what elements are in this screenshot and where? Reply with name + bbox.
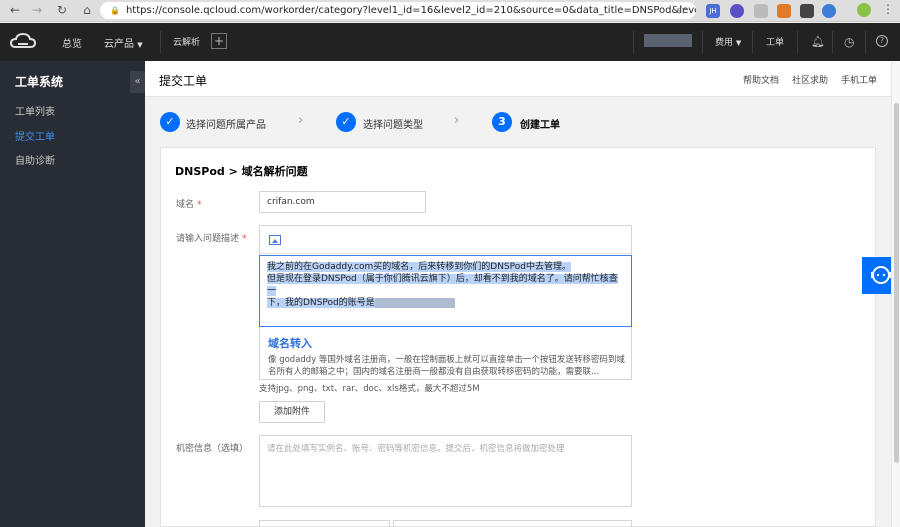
scrollbar-thumb[interactable]	[894, 103, 899, 463]
user-account-masked[interactable]	[644, 34, 692, 47]
domain-input[interactable]: crifan.com	[259, 191, 426, 213]
nav-products-label: 云产品	[104, 39, 134, 50]
nav-products[interactable]: 云产品 ▼	[104, 35, 143, 50]
chevron-down-icon: ▼	[735, 39, 742, 47]
insert-image-icon[interactable]	[269, 235, 281, 245]
lock-icon: 🔒	[110, 6, 120, 15]
required-mark: *	[242, 234, 247, 244]
sidebar-title: 工单系统	[15, 75, 64, 89]
secret-info-textarea[interactable]: 请在此处填写实例名、账号、密码等机密信息。提交后，机密信息将做加密处理	[259, 435, 632, 507]
divider	[797, 31, 798, 53]
divider	[702, 31, 703, 53]
step-indicator: ✓ 选择问题所属产品 › ✓ 选择问题类型 › 3 创建工单	[145, 97, 890, 147]
back-icon[interactable]: ←	[6, 3, 24, 17]
nav-dns[interactable]: 云解析	[173, 35, 200, 48]
divider	[160, 31, 161, 53]
url-text: https://console.qcloud.com/workorder/cat…	[125, 5, 696, 16]
divider	[752, 31, 753, 53]
description-textarea[interactable]: 我之前的在Godaddy.com买的域名，后来转移到你们的DNSPod中去管理。…	[259, 255, 632, 327]
reload-icon[interactable]: ↻	[53, 3, 71, 17]
divider	[832, 31, 833, 53]
nav-billing-label: 费用	[715, 38, 734, 48]
divider	[865, 31, 866, 53]
help-icon[interactable]: ?	[876, 35, 888, 47]
profile-avatar-icon[interactable]	[857, 3, 871, 17]
bottom-field[interactable]	[393, 520, 632, 527]
kb-article-title[interactable]: 域名转入	[268, 335, 312, 351]
page-title: 提交工单	[159, 74, 208, 88]
link-mobile-workorder[interactable]: 手机工单	[841, 73, 877, 86]
browser-toolbar: ← → ↻ ⌂ 🔒 https://console.qcloud.com/wor…	[0, 0, 900, 22]
cloud-logo-icon[interactable]	[10, 32, 36, 52]
extension-6-icon[interactable]	[822, 4, 836, 18]
upload-hint: 支持jpg、png、txt、rar、doc、xls格式，最大不超过5M	[259, 384, 480, 394]
secret-info-label: 机密信息（选填）	[176, 444, 249, 454]
step-2-check-icon: ✓	[336, 112, 356, 132]
page-scrollbar[interactable]	[891, 61, 900, 527]
domain-label-text: 域名	[176, 200, 195, 210]
bell-icon[interactable]: 🔔︎	[811, 35, 825, 48]
extension-jh-icon[interactable]: JH	[706, 4, 720, 18]
bookmark-star-icon[interactable]: ☆	[676, 3, 687, 17]
extension-4-icon[interactable]	[777, 4, 791, 18]
description-line: 下，我的DNSPod的账号是	[267, 298, 375, 308]
sidebar-item-self-diagnosis[interactable]: 自助诊断	[15, 152, 55, 167]
step-2-label: 选择问题类型	[363, 120, 423, 131]
step-3-label: 创建工单	[520, 120, 560, 131]
step-1-check-icon: ✓	[160, 112, 180, 132]
form-title: DNSPod > 域名解析问题	[175, 165, 308, 178]
description-line: 我之前的在Godaddy.com买的域名，后来转移到你们的DNSPod中去管理。	[267, 262, 571, 272]
home-icon[interactable]: ⌂	[78, 3, 96, 17]
link-community[interactable]: 社区求助	[792, 73, 828, 86]
browser-menu-icon[interactable]: ⋮	[882, 2, 894, 16]
workorder-form: DNSPod > 域名解析问题 域名 * crifan.com 请输入问题描述 * …	[160, 147, 876, 527]
add-shortcut-icon[interactable]: +	[211, 33, 227, 49]
bottom-field[interactable]	[259, 520, 390, 527]
extension-3-icon[interactable]	[754, 4, 768, 18]
required-mark: *	[197, 200, 202, 210]
description-label: 请输入问题描述 *	[176, 231, 247, 244]
sidebar-item-workorder-list[interactable]: 工单列表	[15, 103, 55, 118]
chevron-right-icon: ›	[454, 113, 460, 128]
chevron-down-icon: ▼	[137, 41, 143, 49]
console-topbar: 总览 云产品 ▼ 云解析 + 费用 ▼ 工单 🔔︎ ◷ ?	[0, 23, 900, 61]
address-bar[interactable]: 🔒 https://console.qcloud.com/workorder/c…	[100, 2, 696, 19]
sidebar: 工单系统 « 工单列表 提交工单 自助诊断	[0, 61, 145, 527]
qr-code-icon[interactable]	[800, 4, 814, 18]
clock-icon[interactable]: ◷	[844, 35, 854, 49]
divider	[633, 31, 634, 53]
editor-toolbar	[260, 226, 631, 254]
domain-label: 域名 *	[176, 197, 202, 210]
forward-icon[interactable]: →	[28, 3, 46, 17]
masked-account-id	[374, 297, 455, 308]
collapse-sidebar-icon[interactable]: «	[130, 71, 145, 93]
link-help-docs[interactable]: 帮助文档	[743, 73, 779, 86]
step-1-label: 选择问题所属产品	[186, 120, 266, 131]
description-label-text: 请输入问题描述	[176, 234, 240, 244]
description-editor: 我之前的在Godaddy.com买的域名，后来转移到你们的DNSPod中去管理。…	[259, 225, 632, 380]
sidebar-item-submit-workorder[interactable]: 提交工单	[15, 128, 55, 143]
chevron-right-icon: ›	[298, 113, 304, 128]
description-line: 但是现在登录DNSPod（属于你们腾讯云旗下）后，却看不到我的域名了。请问帮忙核…	[267, 274, 618, 296]
nav-overview[interactable]: 总览	[62, 35, 82, 50]
add-attachment-button[interactable]: 添加附件	[259, 401, 325, 423]
nav-workorder[interactable]: 工单	[766, 35, 784, 48]
nav-billing[interactable]: 费用 ▼	[715, 35, 741, 48]
kb-article-snippet: 像 godaddy 等国外域名注册商，一般在控制面板上就可以直接单击一个按钮发送…	[268, 355, 625, 377]
page-header: 提交工单 帮助文档 社区求助 手机工单	[145, 61, 900, 97]
extension-2-icon[interactable]	[730, 4, 744, 18]
step-3-number: 3	[492, 112, 512, 132]
